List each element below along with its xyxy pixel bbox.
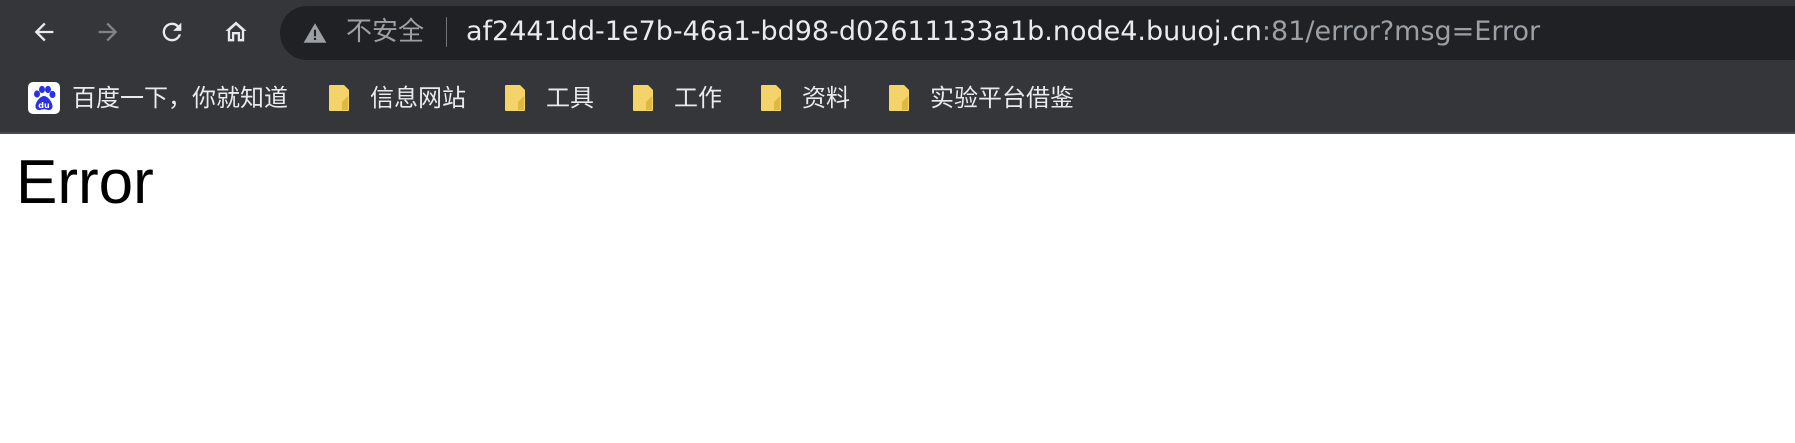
bookmarks-bar: du 百度一下，你就知道 信息网站 工具 工作 资料 实验平台借鉴 [0, 64, 1795, 133]
page-heading: Error [16, 148, 154, 217]
url-text[interactable]: af2441dd-1e7b-46a1-bd98-d02611133a1b.nod… [466, 15, 1540, 49]
folder-icon [632, 84, 654, 112]
bookmark-label: 信息网站 [370, 84, 466, 112]
browser-chrome: 不安全 af2441dd-1e7b-46a1-bd98-d02611133a1b… [0, 0, 1795, 134]
home-button[interactable] [216, 12, 256, 52]
bookmark-label: 实验平台借鉴 [930, 84, 1074, 112]
reload-icon [162, 22, 182, 42]
arrow-right-icon [98, 22, 118, 42]
folder-icon [760, 84, 782, 112]
bookmark-folder-work[interactable]: 工作 [632, 78, 722, 118]
bookmark-baidu[interactable]: du 百度一下，你就知道 [28, 78, 288, 118]
bookmark-folder-lab-platform[interactable]: 实验平台借鉴 [888, 78, 1074, 118]
bookmark-label: 百度一下，你就知道 [72, 84, 288, 112]
bookmark-folder-tools[interactable]: 工具 [504, 78, 594, 118]
forward-button[interactable] [88, 12, 128, 52]
address-bar-divider [446, 17, 447, 47]
browser-toolbar: 不安全 af2441dd-1e7b-46a1-bd98-d02611133a1b… [0, 0, 1795, 64]
back-button[interactable] [24, 12, 64, 52]
home-icon [225, 21, 247, 42]
bookmark-label: 工作 [674, 84, 722, 112]
arrow-left-icon [34, 22, 54, 42]
bookmark-label: 资料 [802, 84, 850, 112]
folder-icon [888, 84, 910, 112]
folder-icon [504, 84, 526, 112]
security-status-label[interactable]: 不安全 [346, 16, 424, 48]
bookmark-folder-materials[interactable]: 资料 [760, 78, 850, 118]
url-path: :81/error?msg=Error [1261, 16, 1541, 47]
baidu-icon: du [28, 82, 60, 114]
url-host: af2441dd-1e7b-46a1-bd98-d02611133a1b.nod… [466, 16, 1262, 47]
bookmark-folder-info-sites[interactable]: 信息网站 [328, 78, 466, 118]
bookmark-label: 工具 [546, 84, 594, 112]
reload-button[interactable] [152, 12, 192, 52]
page-content: Error [0, 134, 1795, 443]
svg-text:du: du [38, 101, 50, 110]
warning-icon[interactable] [302, 20, 328, 46]
folder-icon [328, 84, 350, 112]
